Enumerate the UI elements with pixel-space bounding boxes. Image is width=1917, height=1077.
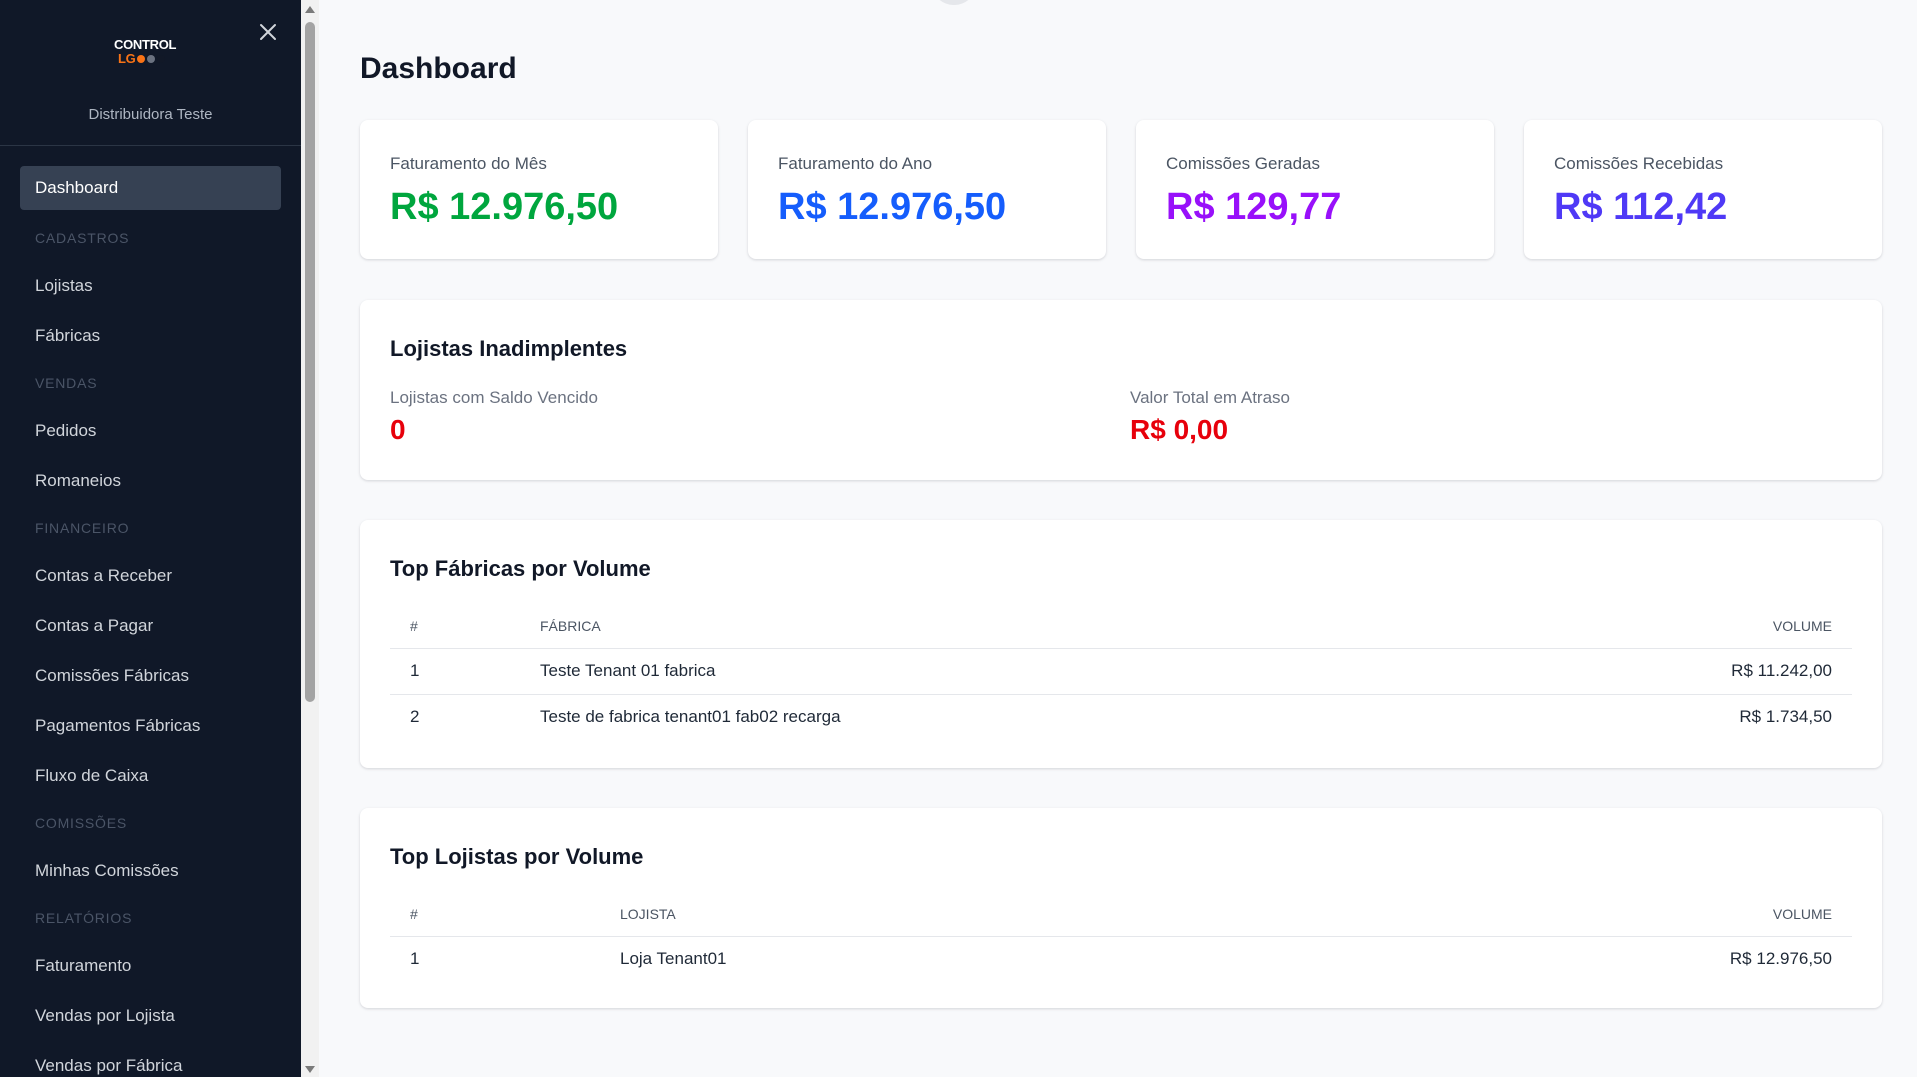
col-header-volume: Volume	[1235, 892, 1852, 937]
logo-text-control: CONTROL	[114, 37, 177, 52]
overdue-count-value: 0	[390, 414, 406, 445]
tenant-name: Distribuidora Teste	[88, 106, 213, 123]
stat-card-faturamento-mes: Faturamento do Mês R$ 12.976,50	[360, 120, 718, 259]
col-header-fabrica: Fábrica	[520, 604, 1463, 649]
sidebar-item-dashboard[interactable]: Dashboard	[20, 166, 281, 210]
top-factories-card: Top Fábricas por Volume # Fábrica Volume…	[360, 520, 1882, 768]
sidebar-item-pedidos[interactable]: Pedidos	[0, 406, 301, 456]
logo-dot-gray	[147, 55, 156, 63]
sidebar-item-comissoes-fabricas[interactable]: Comissões Fábricas	[0, 651, 301, 701]
scrollbar-thumb[interactable]	[305, 22, 315, 702]
stat-value: R$ 12.976,50	[778, 186, 1007, 228]
cell-name: Loja Tenant01	[620, 949, 727, 969]
sidebar-item-contas-pagar[interactable]: Contas a Pagar	[0, 601, 301, 651]
sidebar-item-fluxo-caixa[interactable]: Fluxo de Caixa	[0, 751, 301, 801]
stat-label: Faturamento do Mês	[390, 154, 547, 173]
col-header-rank: #	[390, 604, 520, 649]
stat-card-comissoes-recebidas: Comissões Recebidas R$ 112,42	[1524, 120, 1882, 259]
sidebar-item-vendas-fabrica[interactable]: Vendas por Fábrica	[0, 1041, 301, 1077]
stat-card-faturamento-ano: Faturamento do Ano R$ 12.976,50	[748, 120, 1106, 259]
stat-card-comissoes-geradas: Comissões Geradas R$ 129,77	[1136, 120, 1494, 259]
top-stores-card: Top Lojistas por Volume # Lojista Volume…	[360, 808, 1882, 1008]
col-header-lojista: Lojista	[600, 892, 1236, 937]
overdue-total-label: Valor Total em Atraso	[1130, 388, 1291, 407]
cell-rank: 1	[410, 661, 420, 680]
cell-rank: 2	[390, 693, 520, 740]
cell-volume: R$ 12.976,50	[1729, 949, 1832, 969]
nav-section-comissoes: COMISSÕES	[35, 815, 127, 831]
sidebar-scrollbar[interactable]	[301, 0, 319, 1077]
sidebar-item-romaneios[interactable]: Romaneios	[0, 456, 301, 506]
table-row: 1 Loja Tenant01 R$ 12.976,50	[390, 936, 1852, 982]
sidebar-item-fabricas[interactable]: Fábricas	[0, 311, 301, 361]
close-icon	[260, 24, 276, 40]
stat-label: Comissões Recebidas	[1554, 154, 1724, 173]
top-stores-title: Top Lojistas por Volume	[390, 844, 644, 869]
stat-label: Faturamento do Ano	[778, 154, 933, 173]
close-sidebar-button[interactable]	[254, 18, 282, 46]
sidebar-nav: Dashboard CADASTROS Lojistas Fábricas VE…	[0, 146, 301, 1077]
logo-dot-dark	[157, 55, 166, 63]
page-title: Dashboard	[360, 52, 517, 85]
cell-name: Teste Tenant 01 fabrica	[540, 661, 716, 680]
nav-section-relatorios: RELATÓRIOS	[35, 910, 133, 926]
nav-section-vendas: VENDAS	[35, 375, 98, 391]
sidebar-header: CONTROL LG Distribuidora Teste	[0, 0, 301, 146]
cell-name: Teste de fabrica tenant01 fab02 recarga	[520, 693, 1463, 740]
col-header-volume: Volume	[1462, 604, 1852, 649]
main-content: Dashboard Faturamento do Mês R$ 12.976,5…	[319, 0, 1917, 1077]
top-factories-table: # Fábrica Volume 1 Teste Tenant 01 fabri…	[390, 604, 1852, 740]
top-stores-table: # Lojista Volume 1 Loja Tenant01 R$ 12.9…	[390, 892, 1852, 982]
sidebar-item-minhas-comissoes[interactable]: Minhas Comissões	[0, 846, 301, 896]
col-header-rank: #	[390, 892, 600, 937]
logo-dot-orange	[137, 55, 146, 63]
sidebar-item-lojistas[interactable]: Lojistas	[0, 261, 301, 311]
sidebar-item-contas-receber[interactable]: Contas a Receber	[0, 551, 301, 601]
overdue-total-value: R$ 0,00	[1130, 414, 1229, 445]
overdue-stores-card: Lojistas Inadimplentes Lojistas com Sald…	[360, 300, 1882, 480]
arrow-up-icon[interactable]	[305, 6, 315, 13]
overdue-title: Lojistas Inadimplentes	[390, 336, 628, 361]
cell-rank: 1	[410, 949, 420, 969]
stat-value: R$ 12.976,50	[390, 186, 619, 228]
stat-value: R$ 112,42	[1554, 186, 1728, 228]
stat-label: Comissões Geradas	[1166, 154, 1321, 173]
table-row: 1 Teste Tenant 01 fabrica R$ 11.242,00	[390, 648, 1852, 694]
table-row: 2 Teste de fabrica tenant01 fab02 recarg…	[390, 693, 1852, 740]
cell-volume: R$ 11.242,00	[1731, 661, 1832, 680]
arrow-down-icon[interactable]	[305, 1066, 315, 1073]
brand-logo: CONTROL LG	[114, 38, 194, 74]
sidebar-item-pagamentos-fabricas[interactable]: Pagamentos Fábricas	[0, 701, 301, 751]
nav-section-cadastros: CADASTROS	[35, 230, 130, 246]
sidebar-item-faturamento[interactable]: Faturamento	[0, 941, 301, 991]
top-factories-title: Top Fábricas por Volume	[390, 556, 651, 581]
stat-value: R$ 129,77	[1166, 186, 1342, 228]
sidebar-item-vendas-lojista[interactable]: Vendas por Lojista	[0, 991, 301, 1041]
cell-volume: R$ 1.734,50	[1462, 693, 1852, 740]
sidebar: CONTROL LG Distribuidora Teste Dashboard…	[0, 0, 301, 1077]
user-avatar[interactable]	[931, 0, 977, 5]
nav-section-financeiro: FINANCEIRO	[35, 520, 130, 536]
overdue-count-label: Lojistas com Saldo Vencido	[390, 388, 598, 407]
logo-text-lg: LG	[118, 51, 136, 66]
